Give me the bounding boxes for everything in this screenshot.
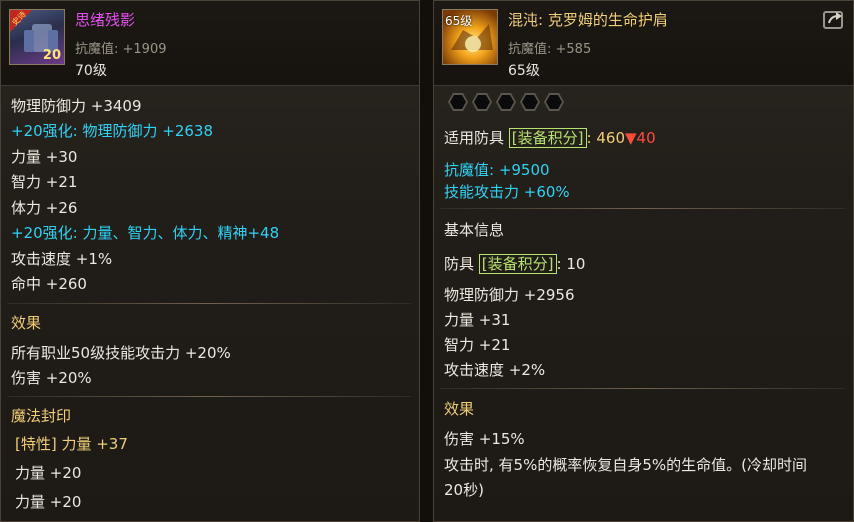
socket-slot[interactable]	[448, 93, 468, 111]
seal-trait-line: [特性] 力量 +37	[15, 435, 128, 453]
score-sep: :	[586, 129, 592, 147]
bonus-line: 技能攻击力 +60%	[444, 183, 570, 201]
item-tooltip-left: 史诗 20 思绪残影 抗魔值: +1909 70级 物理防御力 +3409 +2…	[0, 0, 420, 522]
basic-score-line: 防具 [装备积分]: 10	[444, 253, 585, 274]
equip-score-tag[interactable]: [装备积分]	[478, 254, 557, 274]
basic-score-value: : 10	[556, 255, 586, 273]
divider	[7, 396, 411, 397]
socket-slot[interactable]	[544, 93, 564, 111]
socket-empty-icon	[522, 95, 538, 109]
armor-score-line: 适用防具 [装备积分]: 460▼40	[444, 127, 656, 148]
item-level: 65级	[508, 63, 540, 79]
item-level: 70级	[75, 63, 107, 79]
armor-label: 防具	[444, 255, 475, 273]
stat-line: 智力 +21	[444, 336, 511, 354]
effect-line: 20秒)	[444, 481, 484, 499]
effect-line: 伤害 +15%	[444, 430, 525, 448]
socket-empty-icon	[546, 95, 562, 109]
socket-slot[interactable]	[472, 93, 492, 111]
reinforce-line: +20强化: 力量、智力、体力、精神+48	[11, 224, 280, 242]
item-icon[interactable]: 65级	[442, 9, 498, 65]
bonus-line: 抗魔值: +9500	[444, 161, 550, 179]
tooltip-header: 史诗 20 思绪残影 抗魔值: +1909 70级	[1, 1, 419, 86]
effect-line: 攻击时, 有5%的概率恢复自身5%的生命值。(冷却时间	[444, 456, 807, 474]
section-title-effect: 效果	[444, 400, 475, 418]
socket-slot[interactable]	[496, 93, 516, 111]
effect-line: 伤害 +20%	[11, 369, 92, 387]
socket-empty-icon	[498, 95, 514, 109]
item-tooltip-right: 65级 混沌: 克罗姆的生命护肩 抗魔值: +585 65级 适用防具 [装备积…	[433, 0, 854, 522]
socket-row	[448, 93, 598, 111]
stat-line: 攻击速度 +2%	[444, 361, 546, 379]
item-name: 混沌: 克罗姆的生命护肩	[508, 11, 668, 29]
stat-line: 体力 +26	[11, 199, 78, 217]
divider	[440, 388, 845, 389]
stat-line: 攻击速度 +1%	[11, 250, 113, 268]
magic-resist: 抗魔值: +1909	[75, 42, 167, 57]
tooltip-header: 65级 混沌: 克罗姆的生命护肩 抗魔值: +585 65级	[434, 1, 853, 86]
magic-resist: 抗魔值: +585	[508, 42, 592, 57]
section-title-basic: 基本信息	[444, 221, 505, 239]
stat-line: 智力 +21	[11, 173, 78, 191]
equip-score-tag[interactable]: [装备积分]	[508, 128, 587, 148]
icon-level-label: 65级	[445, 14, 473, 28]
socket-empty-icon	[474, 95, 490, 109]
stat-line: 命中 +260	[11, 275, 87, 293]
socket-slot[interactable]	[520, 93, 540, 111]
divider	[7, 303, 411, 304]
share-button[interactable]	[823, 11, 843, 29]
stat-line: 力量 +31	[444, 311, 511, 329]
effect-line: 所有职业50级技能攻击力 +20%	[11, 344, 231, 362]
seal-line: 力量 +20	[15, 493, 82, 511]
section-title-effect: 效果	[11, 314, 42, 332]
share-arrow-icon	[828, 12, 842, 24]
socket-empty-icon	[450, 95, 466, 109]
divider	[440, 208, 845, 209]
item-name: 思绪残影	[75, 11, 136, 29]
icon-reinforce-badge: 20	[42, 48, 61, 63]
item-icon[interactable]: 史诗 20	[9, 9, 65, 65]
stat-line: 物理防御力 +2956	[444, 286, 575, 304]
stat-line: 物理防御力 +3409	[11, 97, 142, 115]
armor-type-label: 适用防具	[444, 129, 505, 147]
seal-line: 力量 +20	[15, 464, 82, 482]
reinforce-line: +20强化: 物理防御力 +2638	[11, 122, 213, 140]
score-delta: ▼40	[625, 129, 656, 147]
equip-score-value: 460	[596, 129, 625, 147]
stat-line: 力量 +30	[11, 148, 78, 166]
section-title-seal: 魔法封印	[11, 407, 72, 425]
